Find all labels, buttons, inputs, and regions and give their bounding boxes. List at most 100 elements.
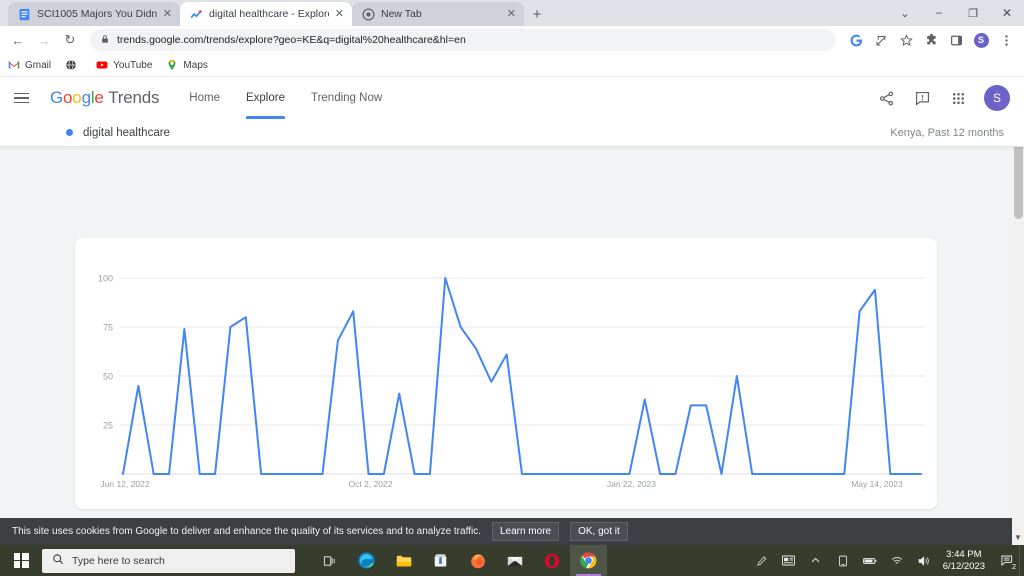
share-page-icon[interactable]: [869, 28, 893, 52]
tab-search-chevron-icon[interactable]: ⌄: [888, 0, 922, 26]
sidepanel-icon[interactable]: [944, 28, 968, 52]
trends-arrow-icon: [190, 8, 203, 21]
svg-text:25: 25: [103, 421, 113, 431]
reload-icon[interactable]: ↻: [58, 28, 82, 52]
taskbar-clock[interactable]: 3:44 PM 6/12/2023: [943, 549, 985, 572]
forward-arrow-icon[interactable]: →: [32, 28, 56, 52]
browser-toolbar: ← → ↻ trends.google.com/trends/explore?g…: [0, 26, 1024, 54]
chrome-browser-window: SCI1005 Majors You Didn't Know ✕ digital…: [0, 0, 1024, 545]
logo-word-trends: Trends: [108, 88, 159, 107]
feedback-icon[interactable]: [912, 88, 932, 108]
cookie-consent-banner: This site uses cookies from Google to de…: [0, 518, 1012, 545]
microsoft-edge-icon[interactable]: [348, 545, 385, 576]
bookmark-maps[interactable]: Maps: [166, 59, 207, 71]
chrome-grey-icon: [362, 8, 375, 21]
bookmark-gmail[interactable]: Gmail: [8, 59, 51, 71]
maps-pin-icon: [166, 59, 178, 71]
start-button[interactable]: [0, 545, 42, 576]
nav-item-explore[interactable]: Explore: [246, 77, 285, 119]
clock-date: 6/12/2023: [943, 561, 985, 573]
notification-center-button[interactable]: 2: [996, 551, 1018, 571]
nav-item-home[interactable]: Home: [189, 77, 220, 119]
hamburger-menu-icon[interactable]: [14, 86, 38, 110]
file-explorer-icon[interactable]: [385, 545, 422, 576]
bookmark-globe[interactable]: [65, 59, 82, 71]
address-bar-url: trends.google.com/trends/explore?geo=KE&…: [117, 34, 466, 46]
wifi-icon[interactable]: [889, 553, 905, 569]
taskbar-search-box[interactable]: Type here to search: [42, 549, 295, 573]
window-controls: ⌄ – ❐ ✕: [888, 0, 1024, 26]
pen-input-icon[interactable]: [754, 553, 770, 569]
bookmarks-bar: Gmail YouTube Maps: [0, 54, 1024, 77]
trends-nav: Home Explore Trending Now: [189, 77, 382, 119]
back-arrow-icon[interactable]: ←: [6, 28, 30, 52]
page-scrollbar[interactable]: ▲ ▼: [1012, 77, 1024, 545]
page-viewport: Google Trends Home Explore Trending Now …: [0, 77, 1024, 545]
news-icon[interactable]: [781, 553, 797, 569]
scroll-down-arrow-icon[interactable]: ▼: [1013, 533, 1023, 543]
windows-logo-icon: [14, 553, 29, 568]
lock-icon: [100, 34, 110, 47]
cookie-banner-text: This site uses cookies from Google to de…: [12, 526, 481, 537]
kebab-menu-icon[interactable]: [994, 28, 1018, 52]
opera-icon[interactable]: [533, 545, 570, 576]
svg-text:Jan 22, 2023: Jan 22, 2023: [607, 479, 656, 489]
bookmark-label: Maps: [183, 60, 207, 71]
task-view-icon[interactable]: [311, 545, 348, 576]
tab-title: SCI1005 Majors You Didn't Know: [37, 8, 157, 20]
close-window-button[interactable]: ✕: [990, 0, 1024, 26]
browser-tab-2[interactable]: digital healthcare - Explore - Goo ✕: [180, 2, 352, 26]
bookmark-star-icon[interactable]: [894, 28, 918, 52]
accept-cookies-button[interactable]: OK, got it: [570, 522, 628, 541]
browser-tab-1[interactable]: SCI1005 Majors You Didn't Know ✕: [8, 2, 180, 26]
tab-title: digital healthcare - Explore - Goo: [209, 8, 329, 20]
tab-close-button[interactable]: ✕: [163, 9, 172, 20]
system-tray: 3:44 PM 6/12/2023 2: [754, 549, 1024, 572]
toolbar-icon-group: S: [844, 28, 1018, 52]
taskbar-app-buttons: [311, 545, 607, 576]
search-term-bar: digital healthcare Kenya, Past 12 months: [0, 119, 1024, 147]
profile-avatar-button[interactable]: S: [969, 28, 993, 52]
nav-item-trending-now[interactable]: Trending Now: [311, 77, 382, 119]
extensions-puzzle-icon[interactable]: [919, 28, 943, 52]
bookmark-youtube[interactable]: YouTube: [96, 59, 152, 71]
trend-line-chart[interactable]: 255075100Jun 12, 2022Oct 2, 2022Jan 22, …: [75, 238, 937, 509]
address-bar[interactable]: trends.google.com/trends/explore?geo=KE&…: [90, 29, 836, 51]
search-term: digital healthcare: [66, 127, 170, 139]
trends-header-actions: S: [876, 85, 1010, 111]
google-g-icon[interactable]: [844, 28, 868, 52]
microsoft-store-icon[interactable]: [422, 545, 459, 576]
learn-more-button[interactable]: Learn more: [492, 522, 559, 541]
show-hidden-icons-chevron-icon[interactable]: [808, 553, 824, 569]
google-chrome-icon[interactable]: [570, 545, 607, 576]
interest-over-time-card: 255075100Jun 12, 2022Oct 2, 2022Jan 22, …: [75, 238, 937, 509]
tab-strip: SCI1005 Majors You Didn't Know ✕ digital…: [0, 0, 1024, 26]
share-icon[interactable]: [876, 88, 896, 108]
maximize-button[interactable]: ❐: [956, 0, 990, 26]
show-desktop-button[interactable]: [1019, 545, 1024, 576]
logo-letter: o: [72, 88, 81, 107]
tab-close-button[interactable]: ✕: [335, 9, 344, 20]
apps-grid-icon[interactable]: [948, 88, 968, 108]
globe-icon: [65, 59, 77, 71]
bookmark-label: YouTube: [113, 60, 152, 71]
svg-text:Jun 12, 2022: Jun 12, 2022: [100, 479, 149, 489]
firefox-icon[interactable]: [459, 545, 496, 576]
volume-icon[interactable]: [916, 553, 932, 569]
windows-taskbar: Type here to search: [0, 545, 1024, 576]
browser-tab-3[interactable]: New Tab ✕: [352, 2, 524, 26]
google-trends-logo[interactable]: Google Trends: [50, 88, 159, 108]
logo-letter: G: [50, 88, 63, 107]
new-tab-button[interactable]: +: [524, 2, 550, 26]
minimize-button[interactable]: –: [922, 0, 956, 26]
trends-header: Google Trends Home Explore Trending Now …: [0, 77, 1024, 119]
onedrive-icon[interactable]: [835, 553, 851, 569]
logo-letter: o: [63, 88, 72, 107]
avatar[interactable]: S: [984, 85, 1010, 111]
notification-count-badge: 2: [1009, 562, 1019, 572]
mail-icon[interactable]: [496, 545, 533, 576]
battery-icon[interactable]: [862, 553, 878, 569]
document-blue-icon: [18, 8, 31, 21]
tab-close-button[interactable]: ✕: [507, 9, 516, 20]
series-color-dot: [66, 129, 73, 136]
